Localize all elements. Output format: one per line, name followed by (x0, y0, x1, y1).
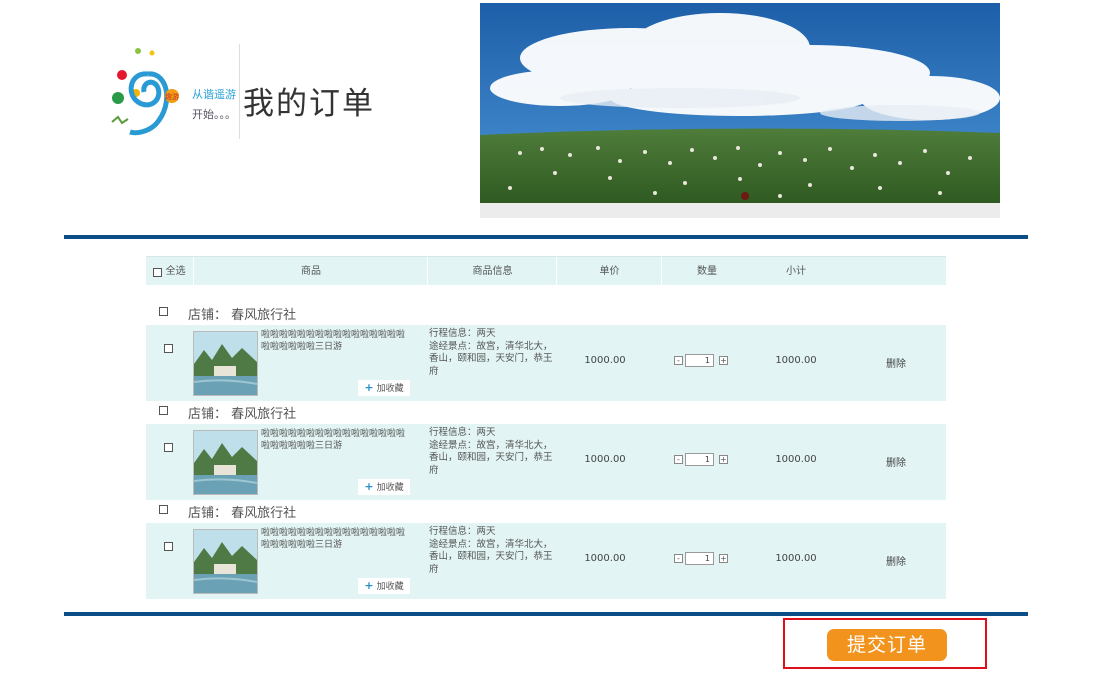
product-info: 行程信息：两天 途经景点：故宫，清华北大，香山，颐和园，天安门，恭王府 (429, 427, 553, 476)
header-divider (64, 235, 1028, 239)
decrease-quantity-button[interactable]: - (674, 356, 683, 365)
logo-text: 趣游 (165, 92, 179, 101)
product-thumbnail[interactable] (193, 430, 258, 495)
add-favorite-label: 加收藏 (376, 384, 404, 394)
delete-item-link[interactable]: 删除 (876, 454, 916, 469)
select-all-checkbox[interactable] (153, 268, 163, 277)
shop-checkbox[interactable] (159, 406, 168, 415)
item-checkbox[interactable] (164, 344, 173, 353)
logo-swirl-icon: 趣游 (111, 48, 179, 136)
select-all-label: 全选 (165, 266, 186, 277)
product-name[interactable]: 啦啦啦啦啦啦啦啦啦啦啦啦啦啦啦啦啦啦啦啦啦啦三日游 (261, 329, 411, 353)
select-all[interactable]: 全选 (146, 257, 193, 285)
plus-icon: + (364, 381, 374, 394)
landscape-banner-illustration (480, 3, 1000, 203)
item-checkbox[interactable] (164, 542, 173, 551)
scenery-thumbnail-icon (194, 431, 257, 494)
site-logo[interactable]: 趣游 从谐遥游 开始。。。 我的订单 (108, 42, 408, 142)
add-favorite-button[interactable]: + 加收藏 (358, 479, 410, 495)
decrease-quantity-button[interactable]: - (674, 554, 683, 563)
plus-icon: + (364, 579, 374, 592)
unit-price: 1000.00 (584, 355, 626, 366)
delete-item-link[interactable]: 删除 (876, 355, 916, 370)
shop-row: 店铺： 春风旅行社 (146, 401, 946, 424)
quantity-input[interactable]: 1 (685, 453, 714, 466)
header-unit-price: 单价 (556, 257, 662, 285)
header-product: 商品 (193, 257, 428, 285)
header-product-info: 商品信息 (427, 257, 557, 285)
header-quantity: 数量 (661, 257, 752, 285)
scenery-thumbnail-icon (194, 530, 257, 593)
decrease-quantity-button[interactable]: - (674, 455, 683, 464)
product-info: 行程信息：两天 途经景点：故宫，清华北大，香山，颐和园，天安门，恭王府 (429, 526, 553, 575)
increase-quantity-button[interactable]: + (719, 455, 728, 464)
header-banner-image (480, 3, 1000, 218)
product-info: 行程信息：两天 途经景点：故宫，清华北大，香山，颐和园，天安门，恭王府 (429, 328, 553, 377)
header-subtotal: 小计 (786, 266, 806, 277)
shop-name: 店铺： 春风旅行社 (188, 407, 297, 422)
item-checkbox[interactable] (164, 443, 173, 452)
quantity-input[interactable]: 1 (685, 552, 714, 565)
shop-name: 店铺： 春风旅行社 (188, 506, 297, 521)
add-favorite-label: 加收藏 (376, 582, 404, 592)
footer-divider (64, 612, 1028, 616)
page-title: 我的订单 (243, 86, 375, 122)
quantity-input[interactable]: 1 (685, 354, 714, 367)
shop-checkbox[interactable] (159, 307, 168, 316)
order-item-row: 啦啦啦啦啦啦啦啦啦啦啦啦啦啦啦啦啦啦啦啦啦啦三日游 + 加收藏 行程信息：两天 途… (146, 325, 946, 401)
subtotal: 1000.00 (775, 553, 817, 564)
subtotal: 1000.00 (775, 355, 817, 366)
shop-row: 店铺： 春风旅行社 (146, 500, 946, 523)
logo-divider (239, 44, 240, 139)
logo-slogan: 从谐遥游 开始。。。 (192, 85, 236, 125)
subtotal: 1000.00 (775, 454, 817, 465)
product-thumbnail[interactable] (193, 331, 258, 396)
product-thumbnail[interactable] (193, 529, 258, 594)
shop-row: 店铺： 春风旅行社 (146, 302, 946, 325)
submit-order-button[interactable]: 提交订单 (827, 629, 947, 661)
order-item-row: 啦啦啦啦啦啦啦啦啦啦啦啦啦啦啦啦啦啦啦啦啦啦三日游 + 加收藏 行程信息：两天 途… (146, 523, 946, 599)
unit-price: 1000.00 (584, 454, 626, 465)
order-table: 全选 商品 商品信息 单价 数量 小计 店铺： 春风旅行社 啦啦啦啦啦啦啦啦啦啦… (146, 256, 946, 599)
add-favorite-label: 加收藏 (376, 483, 404, 493)
plus-icon: + (364, 480, 374, 493)
delete-item-link[interactable]: 删除 (876, 553, 916, 568)
product-name[interactable]: 啦啦啦啦啦啦啦啦啦啦啦啦啦啦啦啦啦啦啦啦啦啦三日游 (261, 428, 411, 452)
product-name[interactable]: 啦啦啦啦啦啦啦啦啦啦啦啦啦啦啦啦啦啦啦啦啦啦三日游 (261, 527, 411, 551)
scenery-thumbnail-icon (194, 332, 257, 395)
increase-quantity-button[interactable]: + (719, 554, 728, 563)
shop-checkbox[interactable] (159, 505, 168, 514)
quantity-stepper: - 1 + (674, 552, 734, 565)
slogan-line-1: 从谐遥游 (192, 88, 236, 101)
add-favorite-button[interactable]: + 加收藏 (358, 380, 410, 396)
slogan-line-2: 开始。。。 (192, 108, 236, 121)
table-header: 全选 商品 商品信息 单价 数量 小计 (146, 256, 946, 285)
quantity-stepper: - 1 + (674, 354, 734, 367)
shop-name: 店铺： 春风旅行社 (188, 308, 297, 323)
unit-price: 1000.00 (584, 553, 626, 564)
order-item-row: 啦啦啦啦啦啦啦啦啦啦啦啦啦啦啦啦啦啦啦啦啦啦三日游 + 加收藏 行程信息：两天 途… (146, 424, 946, 500)
increase-quantity-button[interactable]: + (719, 356, 728, 365)
quantity-stepper: - 1 + (674, 453, 734, 466)
add-favorite-button[interactable]: + 加收藏 (358, 578, 410, 594)
submit-highlight-box: 提交订单 (783, 618, 987, 669)
